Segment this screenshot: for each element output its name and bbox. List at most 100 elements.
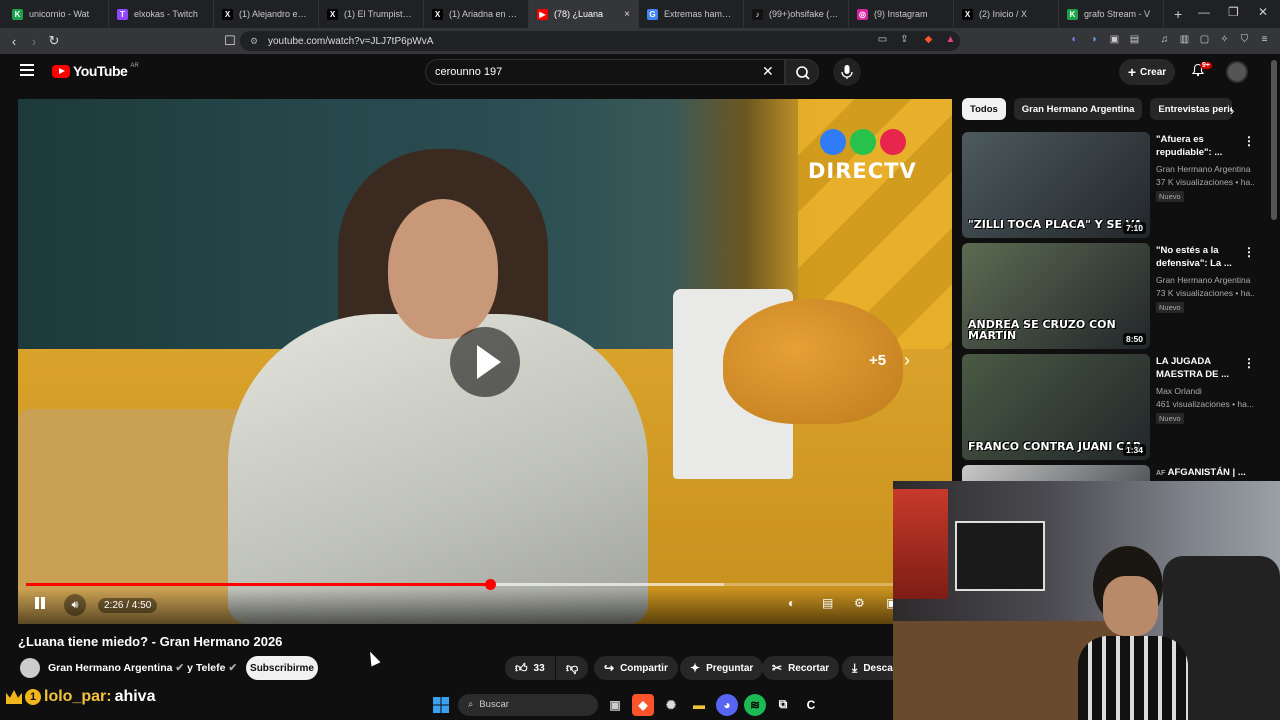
recommendation-card[interactable]: "ZILLI TOCA PLACA" Y SE VA 7:10 "Afuera es… (962, 132, 1262, 240)
new-tab-button[interactable]: + (1164, 6, 1192, 22)
chevron-right-icon[interactable]: › (1230, 103, 1234, 118)
video-player[interactable]: DIRECTV +5 › 🔊︎ 2:26 / 4:50 ◐ ▤ ⚙ ▣ (18, 99, 952, 624)
recommendation-title[interactable]: "Afuera es repudiable": ... (1156, 134, 1248, 160)
big-play-button[interactable] (450, 327, 520, 397)
more-options-icon[interactable]: ⋮ (1243, 134, 1255, 148)
video-thumbnail[interactable] (962, 465, 1150, 481)
browser-tab[interactable]: Kgrafo Stream - V (1059, 0, 1164, 28)
wallet-icon[interactable]: ▢ (1198, 34, 1211, 47)
forward-icon[interactable]: › (24, 34, 44, 49)
task-view-icon[interactable]: ▣ (604, 694, 626, 716)
recommendation-title[interactable]: AF AFGANISTÁN | ... (1156, 467, 1248, 480)
back-icon[interactable]: ‹ (4, 34, 24, 49)
browser-tab[interactable]: X (2) Inicio / X (954, 0, 1059, 28)
reload-icon[interactable]: ↻ (44, 33, 64, 49)
clear-search-icon[interactable]: ✕ (762, 63, 774, 80)
video-thumbnail[interactable]: "ZILLI TOCA PLACA" Y SE VA 7:10 (962, 132, 1150, 238)
url-field[interactable]: ⚙ youtube.com/watch?v=JLJ7tP6pWvA (240, 31, 960, 51)
account-avatar[interactable] (1226, 61, 1248, 83)
brave-browser-icon[interactable]: ◆ (632, 693, 654, 716)
subscribe-button[interactable]: Subscribirme (246, 656, 318, 680)
recommendation-title[interactable]: "No estés a la defensiva": La ... (1156, 245, 1248, 271)
browser-tab[interactable]: Telxokas - Twitch (109, 0, 214, 28)
filter-chip[interactable]: Todos (962, 98, 1006, 120)
filter-chip[interactable]: Gran Hermano Argentina (1013, 98, 1143, 120)
video-thumbnail[interactable]: FRANCO CONTRA JUANI CAR 1:34 (962, 354, 1150, 460)
extension-icon[interactable]: ◗ (1088, 34, 1101, 47)
voice-search-button[interactable] (833, 58, 861, 86)
autoplay-toggle-icon[interactable]: ◐ (788, 596, 795, 610)
minimize-icon[interactable]: — (1198, 5, 1210, 19)
recommendation-card[interactable]: FRANCO CONTRA JUANI CAR 1:34 LA JUGADA MAE… (962, 354, 1262, 462)
maximize-icon[interactable]: ❐ (1228, 5, 1239, 19)
cast-icon[interactable]: ▭ (876, 34, 889, 47)
browser-tab[interactable]: ◎ (9) Instagram (849, 0, 954, 28)
recommendation-channel[interactable]: Gran Hermano Argentina (1156, 164, 1254, 174)
ask-button[interactable]: ✦ Preguntar (680, 656, 764, 680)
browser-tab[interactable]: ♪ (99+)ohsifake (@oh (744, 0, 849, 28)
channel-avatar[interactable] (20, 658, 40, 678)
extension-icon[interactable]: ◐ (1068, 34, 1081, 47)
filter-chip[interactable]: Entrevistas perio (1150, 98, 1233, 120)
vpn-icon[interactable]: ⛉ (1238, 34, 1251, 47)
like-button[interactable]: 👍︎ 33 (505, 656, 555, 680)
taskbar-search[interactable]: ⌕ Buscar (458, 693, 598, 716)
recommendation-channel[interactable]: Max Orlandi (1156, 386, 1254, 396)
scrollbar[interactable] (1271, 60, 1277, 220)
windows-start-icon[interactable] (430, 694, 452, 716)
recommendation-card[interactable]: ANDREA SE CRUZO CON MARTIN 8:50 "No estés … (962, 243, 1262, 351)
more-options-icon[interactable]: ⋮ (1243, 356, 1255, 370)
sparkle-icon: ✦ (690, 661, 701, 675)
settings-gear-icon[interactable]: ⚙ (854, 596, 865, 610)
channel-name[interactable]: Gran Hermano Argentina ✔ y Telefe ✔ (48, 662, 237, 674)
more-options-icon[interactable]: ⋮ (1243, 245, 1255, 259)
download-label: Desca (863, 662, 893, 674)
number-one-badge-icon: 1 (25, 689, 41, 705)
bookmark-icon[interactable]: ☐ (220, 33, 240, 49)
file-explorer-icon[interactable]: ▬ (688, 694, 710, 716)
close-tab-icon[interactable]: × (624, 9, 630, 20)
browser-tab[interactable]: X (1) Alejandro en X: (214, 0, 319, 28)
search-button[interactable] (785, 59, 819, 85)
mouse-cursor (365, 649, 381, 667)
pause-icon[interactable] (30, 593, 50, 613)
brave-shield-icon[interactable]: ◆ (922, 34, 935, 47)
thumbnail-caption: FRANCO CONTRA JUANI CAR (968, 440, 1142, 453)
site-info-icon[interactable]: ⚙ (250, 36, 258, 47)
close-window-icon[interactable]: ✕ (1258, 5, 1268, 19)
hamburger-menu-icon[interactable] (20, 64, 34, 76)
skip-forward-label[interactable]: +5 (869, 352, 886, 369)
clip-button[interactable]: ✂ Recortar (762, 656, 840, 680)
youtube-logo[interactable]: YouTube AR (52, 63, 139, 79)
extension-icon[interactable]: ▣ (1108, 34, 1121, 47)
browser-tab[interactable]: X (1) El Trumpista en (319, 0, 424, 28)
recommendation-channel[interactable]: Gran Hermano Argentina (1156, 275, 1254, 285)
browser-tab[interactable]: Kunicornio - Wat (4, 0, 109, 28)
sidebar-icon[interactable]: ▥ (1178, 34, 1191, 47)
share-button[interactable]: ↪ Compartir (594, 656, 678, 680)
browser-tab[interactable]: X (1) Ariadna en X: "n (424, 0, 529, 28)
create-button[interactable]: + Crear (1119, 59, 1175, 85)
recommendation-title[interactable]: LA JUGADA MAESTRA DE ... (1156, 356, 1248, 382)
video-thumbnail[interactable]: ANDREA SE CRUZO CON MARTIN 8:50 (962, 243, 1150, 349)
browser-tab[interactable]: ▶ (78) ¿Luana × (529, 0, 639, 28)
leo-icon[interactable]: ✧ (1218, 34, 1231, 47)
search-input[interactable]: cerounno 197 (425, 59, 785, 85)
menu-icon[interactable]: ≡ (1258, 34, 1271, 47)
capcut-icon[interactable]: ⧉ (772, 694, 794, 716)
progress-scrubber[interactable] (484, 579, 496, 590)
extension-icon[interactable]: ▤ (1128, 34, 1141, 47)
media-icon[interactable]: ♫ (1158, 34, 1171, 47)
discord-icon[interactable]: ◕ (716, 693, 738, 716)
share-icon[interactable]: ⇪ (898, 34, 911, 47)
spotify-icon[interactable]: ≋ (744, 693, 766, 716)
chevron-right-icon[interactable]: › (904, 350, 910, 371)
dislike-button[interactable]: 👎︎ (556, 656, 588, 680)
captions-icon[interactable]: ▤ (822, 596, 833, 610)
volume-icon[interactable]: 🔊︎ (64, 594, 86, 616)
recommendation-card[interactable]: AF AFGANISTÁN | ... (962, 465, 1262, 481)
browser-tab[interactable]: G Extremas hamburg (639, 0, 744, 28)
chatgpt-icon[interactable]: ✺ (660, 694, 682, 716)
ccleaner-icon[interactable]: C (800, 694, 822, 716)
brave-rewards-icon[interactable]: ▲ (944, 34, 957, 47)
